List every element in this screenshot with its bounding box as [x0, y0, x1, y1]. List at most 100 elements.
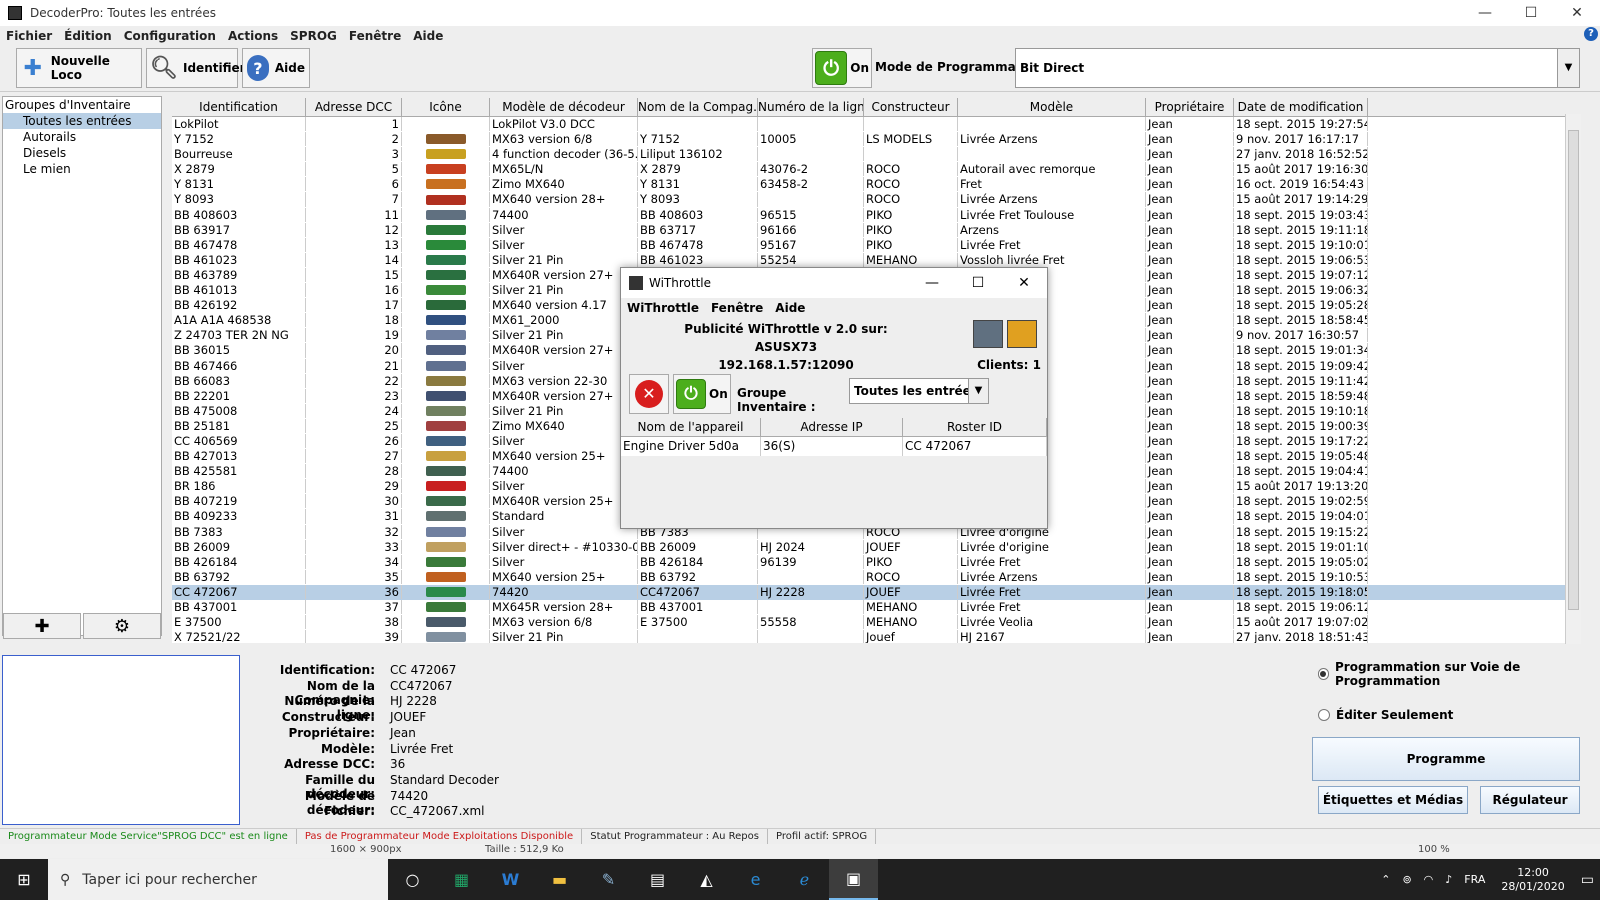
- table-row[interactable]: X 72521/22 39 Silver 21 Pin Jouef HJ 2167 Jea…: [172, 630, 1572, 643]
- dialog-menu-withrottle[interactable]: WiThrottle: [621, 301, 705, 315]
- add-group-button[interactable]: ✚: [3, 613, 81, 639]
- table-row[interactable]: E 37500 38 MX63 version 6/8 E 37500 55558 MEH…: [172, 615, 1572, 630]
- col-ip-address[interactable]: Adresse IP: [761, 418, 903, 436]
- chevron-down-icon[interactable]: ▼: [968, 379, 988, 403]
- column-header[interactable]: Nom de la Compag...: [638, 98, 758, 116]
- menu-configuration[interactable]: Configuration: [118, 29, 222, 43]
- table-row[interactable]: BB 437001 37 MX645R version 28+ BB 437001 ME…: [172, 600, 1572, 615]
- edge-icon[interactable]: e: [731, 859, 780, 900]
- menu-edition[interactable]: Édition: [58, 29, 118, 43]
- dialog-menu-aide[interactable]: Aide: [769, 301, 811, 315]
- locomotive-icon: [425, 571, 466, 582]
- menu-fichier[interactable]: Fichier: [0, 29, 58, 43]
- table-cell: 7: [306, 192, 402, 207]
- help-button[interactable]: ? Aide: [242, 48, 310, 88]
- stop-button[interactable]: ✕: [629, 374, 669, 414]
- volume-icon[interactable]: ♪: [1439, 873, 1458, 886]
- maximize-button[interactable]: ☐: [1508, 0, 1554, 26]
- word-icon[interactable]: W: [486, 859, 535, 900]
- table-row[interactable]: LokPilot 1 LokPilot V3.0 DCC Jean 18 sept. 2…: [172, 117, 1572, 132]
- table-cell: Silver 21 Pin: [490, 328, 638, 343]
- network-icon[interactable]: ⊚: [1396, 873, 1417, 886]
- decoderpro-taskbar-icon[interactable]: ▣: [829, 859, 878, 900]
- paint-icon[interactable]: ✎: [584, 859, 633, 900]
- column-header[interactable]: Numéro de la ligne: [758, 98, 864, 116]
- group-item-le-mien[interactable]: Le mien: [3, 161, 161, 177]
- notification-icon[interactable]: ▭: [1575, 872, 1600, 888]
- identify-button[interactable]: 🔍︎ Identifier: [146, 48, 246, 88]
- table-row[interactable]: Bourreuse 3 4 function decoder (36-5... Lil…: [172, 147, 1572, 162]
- column-header[interactable]: Date de modification: [1234, 98, 1368, 116]
- scrollbar-thumb[interactable]: [1568, 130, 1579, 610]
- chevron-up-icon[interactable]: ⌃: [1375, 873, 1396, 886]
- photos-icon[interactable]: ◭: [682, 859, 731, 900]
- table-cell: Jean: [1146, 207, 1234, 222]
- dialog-minimize-button[interactable]: —: [909, 275, 955, 291]
- excel-icon[interactable]: ▦: [437, 859, 486, 900]
- menu-aide[interactable]: Aide: [407, 29, 449, 43]
- col-device-name[interactable]: Nom de l'appareil: [621, 418, 761, 436]
- group-item-autorails[interactable]: Autorails: [3, 129, 161, 145]
- table-row[interactable]: X 2879 5 MX65L/N X 2879 43076-2 ROCO Autorail …: [172, 162, 1572, 177]
- task-view-icon[interactable]: ○: [388, 859, 437, 900]
- column-header[interactable]: Propriétaire: [1146, 98, 1234, 116]
- menu-sprog[interactable]: SPROG: [284, 29, 343, 43]
- column-header[interactable]: Adresse DCC: [306, 98, 402, 116]
- column-header[interactable]: Identification: [172, 98, 306, 116]
- dialog-group-select[interactable]: Toutes les entrées ▼: [849, 378, 989, 404]
- table-row[interactable]: BB 63792 35 MX640 version 25+ BB 63792 ROCO L…: [172, 569, 1572, 585]
- calendar-icon[interactable]: ▤: [633, 859, 682, 900]
- programming-mode-select[interactable]: Bit Direct ▼: [1015, 48, 1580, 88]
- table-row[interactable]: BB 408603 11 74400 BB 408603 96515 PIKO Livrée…: [172, 207, 1572, 223]
- dialog-menu-fenetre[interactable]: Fenêtre: [705, 301, 769, 315]
- column-header[interactable]: Modèle: [958, 98, 1146, 116]
- taskbar-search[interactable]: ⚲ Taper ici pour rechercher: [48, 859, 388, 900]
- help-icon[interactable]: ?: [1584, 27, 1598, 41]
- dialog-power-button[interactable]: ⏻ On: [673, 374, 731, 414]
- table-row[interactable]: BB 26009 33 Silver direct+ - #10330-01 BB 2…: [172, 539, 1572, 555]
- table-row[interactable]: BB 426184 34 Silver BB 426184 96139 PIKO Livré…: [172, 554, 1572, 570]
- radio-on-icon: [1318, 668, 1329, 680]
- clients-table-row[interactable]: Engine Driver 5d0a 36(S) CC 472067: [621, 437, 1047, 456]
- close-button[interactable]: ✕: [1554, 0, 1600, 26]
- chevron-down-icon[interactable]: ▼: [1557, 49, 1579, 87]
- radio-edit-only[interactable]: Éditer Seulement: [1318, 708, 1453, 722]
- col-roster-id[interactable]: Roster ID: [903, 418, 1047, 436]
- wifi-icon[interactable]: ◠: [1418, 873, 1440, 886]
- dialog-close-button[interactable]: ✕: [1001, 275, 1047, 291]
- group-item-diesels[interactable]: Diesels: [3, 145, 161, 161]
- detail-value: CC_472067.xml: [390, 804, 485, 819]
- language-indicator[interactable]: FRA: [1458, 873, 1491, 886]
- column-header[interactable]: Icône: [402, 98, 490, 116]
- radio-program-track[interactable]: Programmation sur Voie de Programmation: [1318, 660, 1600, 688]
- throttle-button[interactable]: Régulateur: [1480, 786, 1580, 814]
- roster-scrollbar[interactable]: [1565, 114, 1581, 644]
- table-row[interactable]: Y 8131 6 Zimo MX640 Y 8131 63458-2 ROCO Fret Je…: [172, 177, 1572, 192]
- group-item-all[interactable]: Toutes les entrées: [3, 113, 161, 129]
- gear-icon[interactable]: ⚙: [83, 613, 161, 639]
- new-loco-button[interactable]: ✚ Nouvelle Loco: [16, 48, 142, 88]
- power-button[interactable]: ⏻ On: [812, 48, 872, 88]
- file-explorer-icon[interactable]: ▬: [535, 859, 584, 900]
- table-row[interactable]: BB 461023 14 Silver 21 Pin BB 461023 55254 ME…: [172, 252, 1572, 268]
- table-cell: Livrée Arzens: [958, 132, 1146, 147]
- table-row[interactable]: BB 63917 12 Silver BB 63717 96166 PIKO Arzens J…: [172, 222, 1572, 238]
- menu-fenetre[interactable]: Fenêtre: [343, 29, 407, 43]
- menu-actions[interactable]: Actions: [222, 29, 284, 43]
- table-row[interactable]: Y 8093 7 MX640 version 28+ Y 8093 ROCO Livrée…: [172, 192, 1572, 207]
- loco-icon-cell: [402, 117, 490, 132]
- table-row[interactable]: CC 472067 36 74420 CC472067 HJ 2228 JOUEF Livr…: [172, 584, 1572, 600]
- table-row[interactable]: Y 7152 2 MX63 version 6/8 Y 7152 10005 LS MOD…: [172, 132, 1572, 147]
- labels-media-button[interactable]: Étiquettes et Médias: [1318, 786, 1468, 814]
- column-header[interactable]: Constructeur: [864, 98, 958, 116]
- table-cell: 18 sept. 2015 19:01:10: [1236, 539, 1368, 554]
- minimize-button[interactable]: —: [1462, 0, 1508, 26]
- internet-explorer-icon[interactable]: ℯ: [780, 859, 829, 900]
- column-header[interactable]: Modèle de décodeur: [490, 98, 638, 116]
- clock[interactable]: 12:00 28/01/2020: [1491, 866, 1574, 894]
- windows-start-icon[interactable]: ⊞: [0, 859, 48, 900]
- program-button[interactable]: Programme: [1312, 737, 1580, 781]
- table-row[interactable]: BB 467478 13 Silver BB 467478 95167 PIKO Livré…: [172, 237, 1572, 253]
- dialog-maximize-button[interactable]: ☐: [955, 275, 1001, 291]
- table-cell: Fret: [958, 177, 1146, 192]
